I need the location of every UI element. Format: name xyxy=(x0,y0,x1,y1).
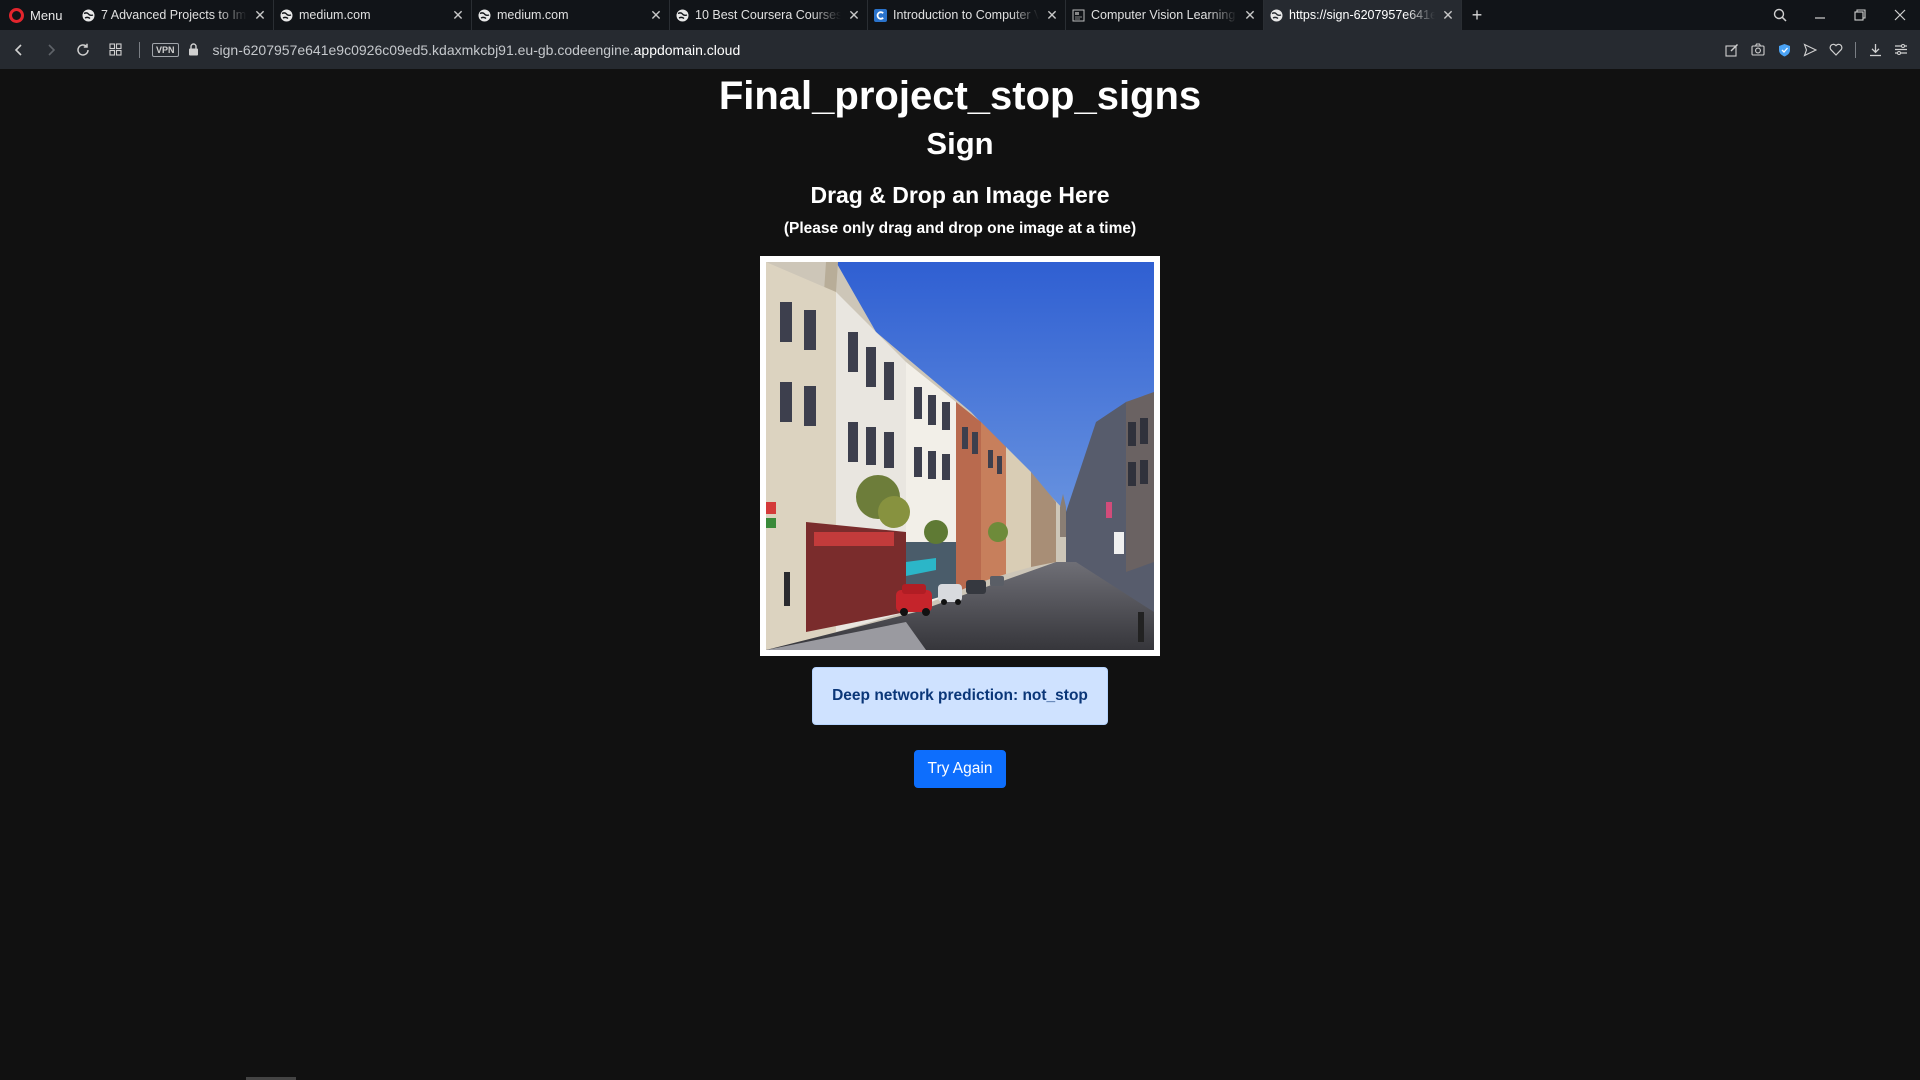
drop-heading: Drag & Drop an Image Here xyxy=(810,182,1110,208)
tab-grid-icon[interactable] xyxy=(99,30,131,69)
heart-icon[interactable] xyxy=(1823,30,1849,69)
reload-button[interactable] xyxy=(67,30,99,69)
shield-icon[interactable] xyxy=(1771,30,1797,69)
browser-tab[interactable]: 10 Best Coursera Courses a ✕ xyxy=(670,0,868,30)
browser-tab[interactable]: Computer Vision Learning ✕ xyxy=(1066,0,1264,30)
url-domain: appdomain.cloud xyxy=(633,41,741,58)
globe-icon xyxy=(478,9,491,22)
back-button[interactable] xyxy=(3,30,35,69)
restore-icon[interactable] xyxy=(1840,0,1880,30)
tab-title: medium.com xyxy=(497,8,569,22)
toolbar-divider xyxy=(1855,41,1856,58)
vpn-badge[interactable]: VPN xyxy=(152,42,179,57)
coursera-icon xyxy=(874,8,887,22)
close-tab-icon[interactable]: ✕ xyxy=(1441,7,1455,23)
try-again-button[interactable]: Try Again xyxy=(914,750,1006,788)
new-tab-button[interactable]: + xyxy=(1462,0,1492,30)
close-window-icon[interactable] xyxy=(1880,0,1920,30)
close-tab-icon[interactable]: ✕ xyxy=(847,7,861,23)
window-controls xyxy=(1760,0,1920,30)
tab-title: Introduction to Computer V xyxy=(893,8,1039,22)
tab-title: 10 Best Coursera Courses a xyxy=(695,8,841,22)
close-tab-icon[interactable]: ✕ xyxy=(253,7,267,23)
address-bar: VPN sign-6207957e641e9c0926c09ed5.kdaxmk… xyxy=(0,30,1920,69)
send-icon[interactable] xyxy=(1797,30,1823,69)
page-icon xyxy=(1072,9,1085,22)
page-subtitle: Sign xyxy=(926,126,994,161)
globe-icon xyxy=(676,9,689,22)
opera-menu-button[interactable]: Menu xyxy=(0,0,76,30)
close-tab-icon[interactable]: ✕ xyxy=(1045,7,1059,23)
close-tab-icon[interactable]: ✕ xyxy=(649,7,663,23)
globe-icon xyxy=(1270,9,1283,22)
image-drop-zone[interactable] xyxy=(760,256,1160,656)
tab-strip: Menu 7 Advanced Projects to Imp ✕ medium… xyxy=(0,0,1920,30)
page-title: Final_project_stop_signs xyxy=(718,74,1202,118)
menu-label: Menu xyxy=(30,7,63,23)
browser-tab[interactable]: 7 Advanced Projects to Imp ✕ xyxy=(76,0,274,30)
toolbar-right xyxy=(1719,30,1914,69)
browser-tab[interactable]: medium.com ✕ xyxy=(472,0,670,30)
search-tabs-icon[interactable] xyxy=(1760,0,1800,30)
tab-title: https://sign-6207957e641e xyxy=(1289,8,1435,22)
globe-icon xyxy=(280,9,293,22)
page-content: Final_project_stop_signs Sign Drag & Dro… xyxy=(0,69,1920,1080)
download-icon[interactable] xyxy=(1862,30,1888,69)
tab-title: medium.com xyxy=(299,8,371,22)
easy-setup-icon[interactable] xyxy=(1888,30,1914,69)
browser-tab[interactable]: medium.com ✕ xyxy=(274,0,472,30)
uploaded-street-image xyxy=(766,262,1154,650)
tab-list: 7 Advanced Projects to Imp ✕ medium.com … xyxy=(76,0,1462,30)
forward-button[interactable] xyxy=(35,30,67,69)
edit-icon[interactable] xyxy=(1719,30,1745,69)
lock-icon[interactable] xyxy=(188,43,199,56)
browser-tab[interactable]: Introduction to Computer V ✕ xyxy=(868,0,1066,30)
browser-tab-active[interactable]: https://sign-6207957e641e ✕ xyxy=(1264,0,1462,30)
minimize-icon[interactable] xyxy=(1800,0,1840,30)
url-field[interactable]: sign-6207957e641e9c0926c09ed5.kdaxmkcbj9… xyxy=(213,42,741,58)
prediction-result: Deep network prediction: not_stop xyxy=(812,667,1108,725)
drop-hint: (Please only drag and drop one image at … xyxy=(783,220,1137,237)
opera-logo-icon xyxy=(9,7,24,23)
camera-icon[interactable] xyxy=(1745,30,1771,69)
tab-title: Computer Vision Learning xyxy=(1091,8,1236,22)
close-tab-icon[interactable]: ✕ xyxy=(1243,7,1257,23)
tab-title: 7 Advanced Projects to Imp xyxy=(101,8,247,22)
close-tab-icon[interactable]: ✕ xyxy=(451,7,465,23)
toolbar-divider xyxy=(139,41,140,58)
url-prefix: sign-6207957e641e9c0926c09ed5.kdaxmkcbj9… xyxy=(212,41,634,58)
globe-icon xyxy=(82,9,95,22)
